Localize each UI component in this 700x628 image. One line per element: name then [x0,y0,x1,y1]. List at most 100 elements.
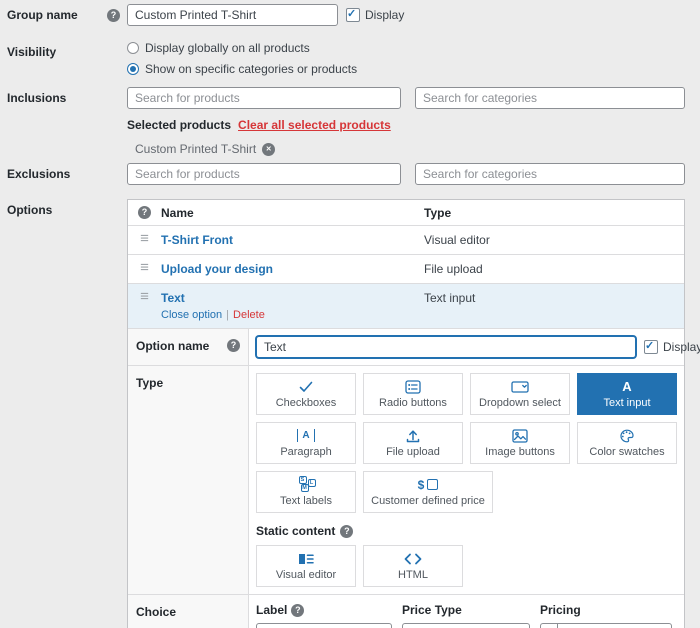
type-tile-image-buttons[interactable]: Image buttons [470,422,570,464]
display-checkbox-label: Display [365,8,404,22]
static-tile-visual-editor[interactable]: Visual editor [256,545,356,587]
choice-label-column-title: Label [256,603,287,617]
choice-pricing-column-title: Pricing [540,603,581,617]
type-tile-color-swatches[interactable]: Color swatches [577,422,677,464]
visibility-option-specific-label: Show on specific categories or products [145,62,357,76]
type-tile-radio-buttons[interactable]: Radio buttons [363,373,463,415]
option-type-text: File upload [424,262,684,276]
visibility-label-cell: Visibility [0,41,120,59]
visibility-option-specific[interactable]: Show on specific categories or products [127,62,357,76]
exclusions-label: Exclusions [7,167,70,181]
delete-option-link[interactable]: Delete [233,309,265,321]
inclusions-searches [127,87,685,109]
pricing-field: $ [540,623,672,628]
palette-icon [619,428,635,443]
visibility-option-global[interactable]: Display globally on all products [127,41,357,55]
group-name-label: Group name [7,8,78,22]
visibility-options: Display globally on all products Show on… [127,41,357,83]
static-tile-html[interactable]: HTML [363,545,463,587]
price-type-select[interactable]: Flat fee [402,623,530,628]
help-icon[interactable] [227,339,240,352]
choice-label-input[interactable] [256,623,392,628]
choice-label-column: Label [256,603,392,628]
remove-tag-icon[interactable] [262,143,275,156]
option-name-link[interactable]: Upload your design [161,262,273,276]
type-tile-customer-defined-price[interactable]: Customer defined price [363,471,493,513]
radio-list-icon [405,379,421,394]
exclusions-products-search-input[interactable] [127,163,401,185]
name-column-header: Name [161,206,424,220]
drag-handle-icon[interactable] [140,291,149,303]
pricing-input[interactable] [557,623,672,628]
radio-checked-icon[interactable] [127,63,139,75]
exclusions-row: Exclusions [0,163,700,185]
options-label: Options [7,203,52,217]
code-brackets-icon [404,551,422,566]
option-name-editor-row: Option name Display [128,328,684,365]
exclusions-categories-search-input[interactable] [415,163,685,185]
display-checkbox[interactable] [644,340,658,354]
group-name-input[interactable] [127,4,338,26]
type-tile-file-upload[interactable]: File upload [363,422,463,464]
inclusions-categories-search-input[interactable] [415,87,685,109]
visibility-label: Visibility [7,45,56,59]
visibility-row: Visibility Display globally on all produ… [0,41,700,83]
static-content-label: Static content [256,524,335,538]
inclusions-content: Selected products Clear all selected pro… [127,87,685,156]
inclusions-row: Inclusions Selected products Clear all s… [0,87,700,156]
close-option-link[interactable]: Close option [161,309,222,321]
exclusions-searches [127,163,685,185]
help-icon[interactable] [138,206,151,219]
inclusions-products-search-input[interactable] [127,87,401,109]
option-type-text: Text input [424,291,684,305]
options-label-cell: Options [0,199,120,217]
option-row-actions: Close option Delete [161,309,424,321]
dollar-box-icon [418,477,439,492]
option-display-toggle[interactable]: Display [644,340,700,354]
inclusions-label-cell: Inclusions [0,87,120,105]
tile-label: Color swatches [589,446,664,458]
product-options-form: Group name Display Visibility Display gl… [0,0,700,628]
drag-handle-icon[interactable] [140,233,149,245]
type-tile-dropdown-select[interactable]: Dropdown select [470,373,570,415]
tile-label: HTML [398,569,428,581]
type-editor-row: Type Checkboxes [128,365,684,594]
help-icon[interactable] [291,604,304,617]
tile-label: Visual editor [276,569,336,581]
clear-all-selected-products-link[interactable]: Clear all selected products [238,118,391,132]
tile-label: Dropdown select [479,397,561,409]
help-icon[interactable] [107,9,120,22]
tile-label: Radio buttons [379,397,447,409]
tile-label: Customer defined price [371,495,485,507]
option-row-tshirt-front: T-Shirt Front Visual editor [128,226,684,255]
type-tile-text-input[interactable]: Text input [577,373,677,415]
options-table: Name Type T-Shirt Front Visual editor Up… [127,199,685,628]
option-name-link[interactable]: Text [161,291,185,305]
type-tile-checkboxes[interactable]: Checkboxes [256,373,356,415]
option-type-text: Visual editor [424,233,684,247]
image-icon [512,428,528,443]
group-display-toggle[interactable]: Display [346,8,404,22]
choice-label-header: Label [256,603,392,617]
visual-editor-icon [298,551,314,566]
option-name-link[interactable]: T-Shirt Front [161,233,233,247]
exclusions-label-cell: Exclusions [0,163,120,181]
tile-label: Text input [603,397,650,409]
tile-label: Checkboxes [276,397,337,409]
paragraph-icon [297,428,314,443]
type-tile-text-labels[interactable]: Text labels [256,471,356,513]
help-icon[interactable] [340,525,353,538]
type-tile-paragraph[interactable]: Paragraph [256,422,356,464]
static-content-tiles: Visual editor HTML [256,545,686,587]
tile-label: Text labels [280,495,332,507]
choice-editor-label: Choice [136,605,176,619]
option-name-editor-label-cell: Option name [128,329,249,365]
option-name-input[interactable] [256,336,636,358]
type-editor-label-cell: Type [128,366,249,594]
selected-product-tag: Custom Printed T-Shirt [135,142,685,156]
radio-unchecked-icon[interactable] [127,42,139,54]
option-row-text: Text Close option Delete Text input [128,284,684,328]
drag-handle-icon[interactable] [140,262,149,274]
display-checkbox[interactable] [346,8,360,22]
visibility-option-global-label: Display globally on all products [145,41,310,55]
